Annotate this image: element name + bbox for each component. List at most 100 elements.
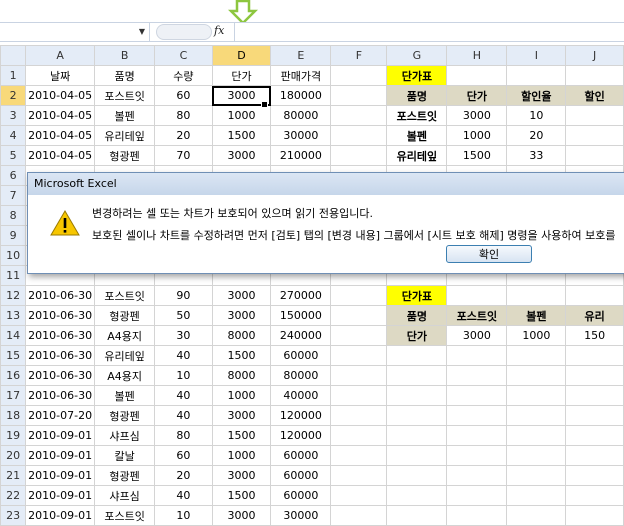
- cell-a23[interactable]: 2010-09-01: [25, 505, 96, 526]
- cell-e16[interactable]: 80000: [270, 365, 332, 386]
- cell-b12[interactable]: 포스트잇: [94, 285, 156, 306]
- cell-b18[interactable]: 형광펜: [94, 405, 156, 426]
- cell-e21[interactable]: 60000: [270, 465, 332, 486]
- cell-d4[interactable]: 1500: [211, 125, 272, 146]
- column-header-i[interactable]: I: [506, 45, 567, 66]
- cell-g18[interactable]: [386, 405, 448, 426]
- cell-g19[interactable]: [386, 425, 448, 446]
- cell-e20[interactable]: 60000: [270, 445, 332, 466]
- column-header-c[interactable]: C: [154, 45, 213, 66]
- cell-d23[interactable]: 3000: [211, 505, 272, 526]
- row-header[interactable]: 17: [0, 385, 27, 406]
- cell-g20[interactable]: [386, 445, 448, 466]
- formula-input[interactable]: fx: [150, 22, 624, 42]
- row-header[interactable]: 1: [0, 65, 27, 86]
- row-header[interactable]: 14: [0, 325, 27, 346]
- row-header[interactable]: 23: [0, 505, 27, 526]
- cell-g1[interactable]: 단가표: [386, 65, 448, 86]
- cell-c13[interactable]: 50: [154, 305, 213, 326]
- cell-e19[interactable]: 120000: [270, 425, 332, 446]
- cell-j4[interactable]: [565, 125, 624, 146]
- cell-b2[interactable]: 포스트잇: [94, 85, 156, 106]
- cell-c5[interactable]: 70: [154, 145, 213, 166]
- cell-i18[interactable]: [506, 405, 567, 426]
- cell-f17[interactable]: [330, 385, 388, 406]
- row-header[interactable]: 3: [0, 105, 27, 126]
- cell-f2[interactable]: [330, 85, 388, 106]
- cell-f1[interactable]: [330, 65, 388, 86]
- cell-i14[interactable]: 1000: [506, 325, 567, 346]
- cell-d14[interactable]: 8000: [211, 325, 272, 346]
- cell-b17[interactable]: 볼펜: [94, 385, 156, 406]
- cell-h17[interactable]: [446, 385, 508, 406]
- cell-c15[interactable]: 40: [154, 345, 213, 366]
- cell-g4[interactable]: 볼펜: [386, 125, 448, 146]
- cell-h2[interactable]: 단가: [446, 85, 508, 106]
- cell-a22[interactable]: 2010-09-01: [25, 485, 96, 506]
- cell-h20[interactable]: [446, 445, 508, 466]
- cell-j19[interactable]: [565, 425, 624, 446]
- cell-f22[interactable]: [330, 485, 388, 506]
- cell-i3[interactable]: 10: [506, 105, 567, 126]
- cell-b13[interactable]: 형광펜: [94, 305, 156, 326]
- cell-i23[interactable]: [506, 505, 567, 526]
- column-header-h[interactable]: H: [446, 45, 508, 66]
- cell-h16[interactable]: [446, 365, 508, 386]
- cell-a5[interactable]: 2010-04-05: [25, 145, 96, 166]
- cell-g2[interactable]: 품명: [386, 85, 448, 106]
- row-header[interactable]: 21: [0, 465, 27, 486]
- cell-j15[interactable]: [565, 345, 624, 366]
- cell-b21[interactable]: 형광펜: [94, 465, 156, 486]
- cell-f14[interactable]: [330, 325, 388, 346]
- cell-j13[interactable]: 유리: [565, 305, 624, 326]
- cell-c16[interactable]: 10: [154, 365, 213, 386]
- cell-i16[interactable]: [506, 365, 567, 386]
- cell-f19[interactable]: [330, 425, 388, 446]
- cell-g21[interactable]: [386, 465, 448, 486]
- cell-g16[interactable]: [386, 365, 448, 386]
- cell-a13[interactable]: 2010-06-30: [25, 305, 96, 326]
- cell-e2[interactable]: 180000: [270, 85, 332, 106]
- cell-j5[interactable]: [565, 145, 624, 166]
- cell-c12[interactable]: 90: [154, 285, 213, 306]
- cell-c1[interactable]: 수량: [154, 65, 213, 86]
- fill-handle[interactable]: [261, 101, 268, 108]
- cell-b14[interactable]: A4용지: [94, 325, 156, 346]
- cell-j17[interactable]: [565, 385, 624, 406]
- row-header[interactable]: 9: [0, 225, 27, 246]
- cell-c18[interactable]: 40: [154, 405, 213, 426]
- cell-f5[interactable]: [330, 145, 388, 166]
- column-header-j[interactable]: J: [565, 45, 624, 66]
- cell-d5[interactable]: 3000: [211, 145, 272, 166]
- row-header[interactable]: 11: [0, 265, 27, 286]
- row-header[interactable]: 16: [0, 365, 27, 386]
- cell-a17[interactable]: 2010-06-30: [25, 385, 96, 406]
- cell-d15[interactable]: 1500: [211, 345, 272, 366]
- cell-h23[interactable]: [446, 505, 508, 526]
- cell-a4[interactable]: 2010-04-05: [25, 125, 96, 146]
- cell-j21[interactable]: [565, 465, 624, 486]
- cell-g14[interactable]: 단가: [386, 325, 448, 346]
- cell-h15[interactable]: [446, 345, 508, 366]
- cell-h14[interactable]: 3000: [446, 325, 508, 346]
- cell-e15[interactable]: 60000: [270, 345, 332, 366]
- cell-g15[interactable]: [386, 345, 448, 366]
- cell-g3[interactable]: 포스트잇: [386, 105, 448, 126]
- row-header[interactable]: 20: [0, 445, 27, 466]
- row-header[interactable]: 4: [0, 125, 27, 146]
- cell-c23[interactable]: 10: [154, 505, 213, 526]
- row-header[interactable]: 6: [0, 165, 27, 186]
- cell-e23[interactable]: 30000: [270, 505, 332, 526]
- cell-g23[interactable]: [386, 505, 448, 526]
- cell-d3[interactable]: 1000: [211, 105, 272, 126]
- cell-h5[interactable]: 1500: [446, 145, 508, 166]
- ok-button[interactable]: 확인: [446, 245, 532, 263]
- cell-c20[interactable]: 60: [154, 445, 213, 466]
- cell-j22[interactable]: [565, 485, 624, 506]
- column-header-b[interactable]: B: [94, 45, 156, 66]
- cell-i20[interactable]: [506, 445, 567, 466]
- cell-h1[interactable]: [446, 65, 508, 86]
- select-all-corner[interactable]: [0, 45, 27, 66]
- cell-d19[interactable]: 1500: [211, 425, 272, 446]
- cell-g17[interactable]: [386, 385, 448, 406]
